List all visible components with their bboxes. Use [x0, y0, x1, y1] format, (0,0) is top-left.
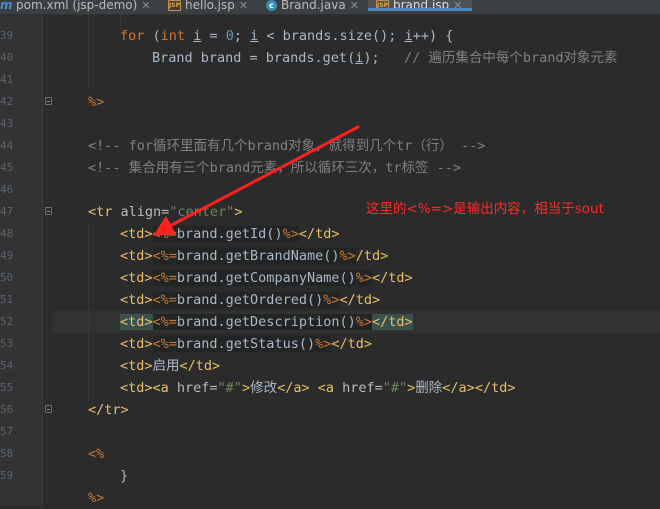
annotation-text: 这里的<%=>是输出内容，相当于sout — [366, 201, 604, 217]
arrow-shaft — [164, 125, 360, 230]
annotation-arrow — [153, 125, 360, 236]
